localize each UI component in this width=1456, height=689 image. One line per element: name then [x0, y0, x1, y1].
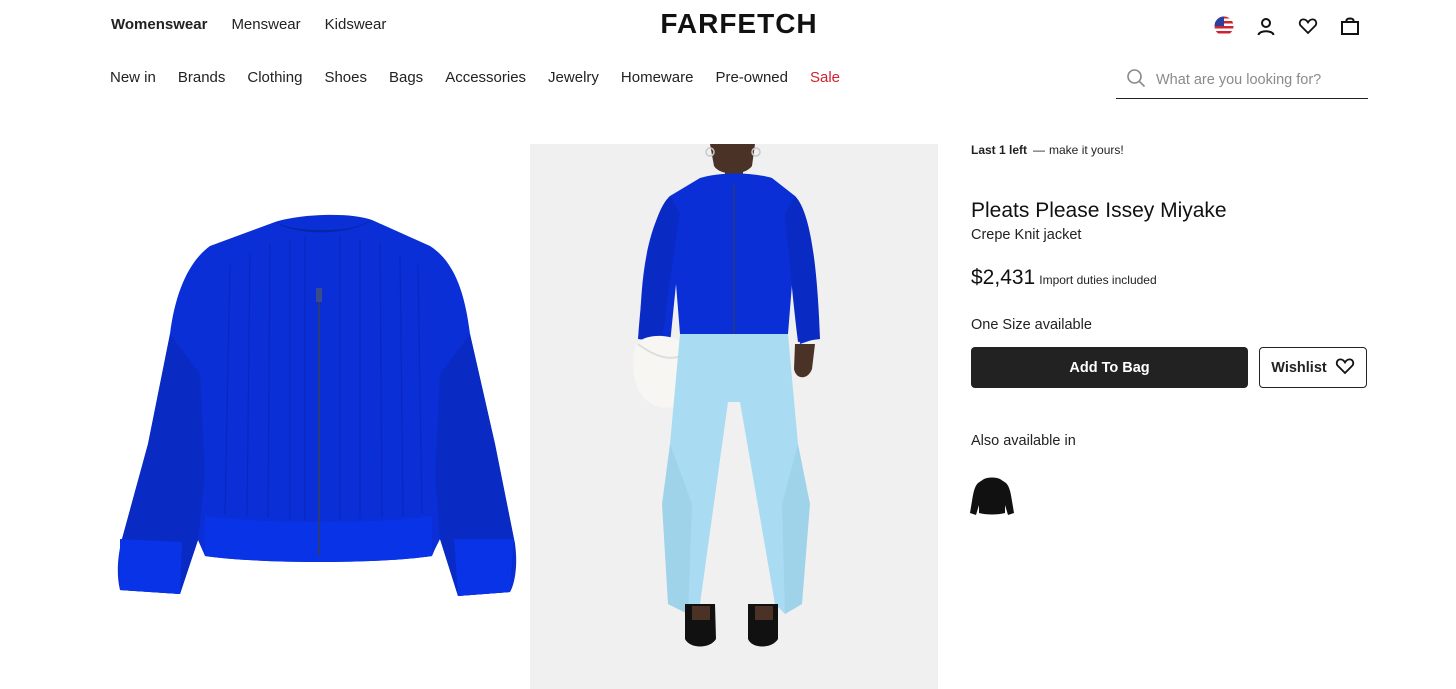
nav-sale[interactable]: Sale — [810, 69, 840, 86]
product-name: Crepe Knit jacket — [971, 227, 1082, 243]
us-flag-icon[interactable] — [1212, 14, 1236, 38]
nav-accessories[interactable]: Accessories — [445, 69, 526, 86]
product-page: Womenswear Menswear Kidswear FARFETCH Ne… — [0, 0, 1456, 689]
nav-clothing[interactable]: Clothing — [247, 69, 302, 86]
product-brand[interactable]: Pleats Please Issey Miyake — [971, 199, 1227, 223]
nav-bags[interactable]: Bags — [389, 69, 423, 86]
header-icons — [1212, 14, 1362, 38]
nav-pre-owned[interactable]: Pre-owned — [715, 69, 788, 86]
nav-new-in[interactable]: New in — [110, 69, 156, 86]
product-price: $2,431 — [971, 266, 1036, 289]
wishlist-heart-icon[interactable] — [1296, 14, 1320, 38]
price-row: $2,431 Import duties included — [971, 266, 1157, 290]
stock-count: Last 1 left — [971, 143, 1028, 157]
category-nav: New in Brands Clothing Shoes Bags Access… — [110, 69, 840, 86]
nav-homeware[interactable]: Homeware — [621, 69, 694, 86]
search-icon[interactable] — [1126, 68, 1146, 93]
wishlist-button[interactable]: Wishlist — [1259, 347, 1367, 388]
account-icon[interactable] — [1254, 14, 1278, 38]
jacket-illustration — [117, 214, 517, 596]
stock-message: make it yours! — [1049, 143, 1124, 157]
nav-brands[interactable]: Brands — [178, 69, 226, 86]
add-to-bag-button[interactable]: Add To Bag — [971, 347, 1248, 388]
search-input[interactable] — [1156, 72, 1356, 88]
product-image-front[interactable] — [110, 144, 520, 689]
color-variant-black-thumbnail[interactable] — [968, 473, 1016, 521]
wishlist-button-label: Wishlist — [1271, 359, 1327, 376]
nav-jewelry[interactable]: Jewelry — [548, 69, 599, 86]
nav-shoes[interactable]: Shoes — [324, 69, 367, 86]
size-availability: One Size available — [971, 317, 1092, 333]
shopping-bag-icon[interactable] — [1338, 14, 1362, 38]
product-image-model[interactable] — [530, 144, 938, 689]
heart-icon — [1335, 356, 1355, 380]
stock-notice: Last 1 left — make it yours! — [971, 143, 1124, 157]
also-available-heading: Also available in — [971, 433, 1076, 449]
duties-note: Import duties included — [1039, 273, 1157, 287]
model-illustration — [633, 144, 820, 647]
stock-separator: — — [1033, 143, 1046, 157]
search-bar — [1116, 62, 1368, 99]
